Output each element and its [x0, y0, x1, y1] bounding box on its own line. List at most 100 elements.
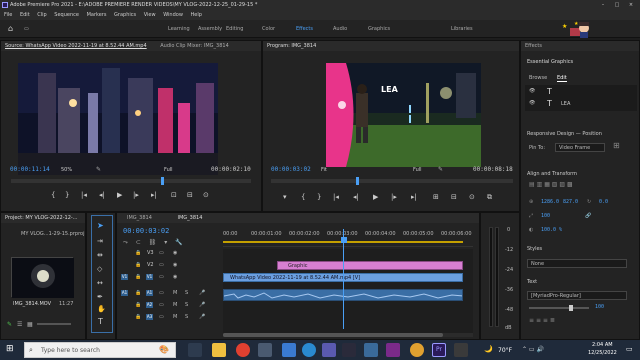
tab-source[interactable]: Source: WhatsApp Video 2022-11-19 at 8.5… [5, 43, 147, 49]
close-icon[interactable]: × [624, 0, 638, 10]
time-ruler[interactable]: 00:00 00:00:01:00 00:00:02:00 00:00:03:0… [223, 227, 473, 247]
eye-icon[interactable]: 👁 [529, 100, 535, 106]
sync-lock-icon[interactable]: ▭ [159, 262, 164, 268]
font-select[interactable]: [MyriadPro-Regular] [527, 291, 627, 300]
eye-icon[interactable]: ◉ [173, 250, 177, 256]
ripple-edit-icon[interactable]: ⇹ [97, 251, 103, 259]
opacity-field[interactable]: 100.0 % [541, 227, 562, 233]
project-tab[interactable]: Project: MY VLOG-2022-12-... [1, 213, 85, 223]
mark-out-icon[interactable]: } [317, 193, 321, 201]
menu-window[interactable]: Window [163, 12, 183, 18]
tab-program[interactable]: Program: IMG_3814 [267, 43, 316, 49]
source-patch-a1[interactable]: A1 [121, 290, 128, 296]
nest-icon[interactable]: ⤳ [123, 239, 128, 246]
source-scrub-bar[interactable] [11, 177, 251, 185]
step-forward-icon[interactable]: |▸ [133, 191, 139, 199]
list-view-icon[interactable]: ☰ [17, 321, 22, 328]
align-right-icon[interactable]: ▦ [544, 181, 550, 188]
track-lock-icon[interactable]: 🔒 [135, 314, 141, 320]
wrench-icon[interactable]: ✎ [438, 166, 443, 173]
tab-sequence-1[interactable]: IMG_3814 [127, 215, 152, 221]
align-bottom-icon[interactable]: ▩ [567, 181, 573, 188]
tab-effects-panel[interactable]: Effects [525, 43, 542, 49]
snap-icon[interactable]: ⊂ [136, 239, 141, 246]
extract-icon[interactable]: ⊟ [451, 193, 457, 201]
mark-in-icon[interactable]: { [301, 193, 305, 201]
compare-icon[interactable]: ⧉ [487, 193, 492, 202]
align-center-icon[interactable]: ▥ [537, 181, 543, 188]
tab-assembly[interactable]: Assembly [198, 20, 222, 38]
track-label[interactable]: V3 [147, 250, 154, 256]
tab-effects[interactable]: Effects [296, 20, 313, 38]
text-align-left-icon[interactable]: ≡ [529, 317, 534, 324]
linked-icon[interactable]: ⛓ [149, 239, 157, 246]
mark-out-icon[interactable]: } [65, 191, 69, 199]
chrome-icon[interactable] [236, 343, 250, 357]
app-icon[interactable] [454, 343, 468, 357]
menu-markers[interactable]: Markers [87, 12, 107, 18]
timeline-scrollbar[interactable] [223, 333, 473, 337]
menu-file[interactable]: File [4, 12, 12, 18]
program-fit-select[interactable]: Fit [321, 167, 327, 173]
hand-tool-icon[interactable]: ✋ [97, 305, 106, 313]
text-align-center-icon[interactable]: ≡ [536, 317, 541, 324]
sync-lock-icon[interactable]: ▭ [159, 302, 164, 308]
app-icon[interactable] [386, 343, 400, 357]
zoom-slider[interactable] [37, 323, 71, 325]
sync-lock-icon[interactable]: ▭ [159, 250, 164, 256]
file-explorer-icon[interactable] [212, 343, 226, 357]
eye-icon[interactable]: 👁 [529, 88, 535, 94]
track-area[interactable]: Graphic WhatsApp Video 2022-11-19 at 8.5… [223, 229, 473, 333]
sync-lock-icon[interactable]: ▭ [159, 274, 164, 280]
settings-icon[interactable]: 🔧 [175, 239, 182, 246]
menu-sequence[interactable]: Sequence [54, 12, 79, 18]
menu-edit[interactable]: Edit [20, 12, 30, 18]
align-left-icon[interactable]: ▤ [529, 181, 535, 188]
track-label[interactable]: A3 [146, 314, 153, 320]
track-label[interactable]: A1 [146, 290, 153, 296]
go-to-in-icon[interactable]: |◂ [81, 191, 87, 199]
styles-select[interactable]: None [527, 259, 627, 268]
mic-icon[interactable]: 🎤 [199, 290, 205, 296]
tray-icons[interactable]: ⌃ ▭ 🔊 [522, 346, 544, 353]
import-icon[interactable]: ▭ [24, 20, 29, 38]
mute-button[interactable]: M [173, 302, 177, 308]
mute-button[interactable]: M [173, 290, 177, 296]
step-back-icon[interactable]: ◂| [99, 191, 105, 199]
notification-icon[interactable]: ▭ [626, 345, 633, 353]
program-timecode[interactable]: 00:00:03:02 [271, 166, 311, 173]
program-overlay-text[interactable]: LEA [381, 85, 398, 94]
premiere-icon[interactable]: Pr [432, 343, 446, 357]
search-box[interactable]: ⌕ Type here to search 🎨 [24, 342, 176, 358]
marker-icon[interactable]: ▾ [283, 193, 287, 201]
mic-icon[interactable]: 🎤 [199, 314, 205, 320]
tab-learning[interactable]: Learning [168, 20, 190, 38]
lift-icon[interactable]: ⊞ [433, 193, 439, 201]
menu-clip[interactable]: Clip [37, 12, 46, 18]
track-label[interactable]: V2 [147, 262, 154, 268]
task-view-icon[interactable] [188, 343, 202, 357]
sync-lock-icon[interactable]: ▭ [159, 314, 164, 320]
play-icon[interactable]: ▶ [117, 191, 122, 199]
maximize-icon[interactable]: □ [610, 0, 624, 10]
playhead-marker[interactable] [341, 237, 347, 243]
export-frame-icon[interactable]: ⊙ [469, 193, 475, 201]
eye-icon[interactable]: ◉ [173, 274, 177, 280]
font-size-slider[interactable] [529, 305, 589, 311]
type-tool-icon[interactable]: T [98, 317, 103, 326]
selection-tool-icon[interactable]: ➤ [97, 221, 104, 230]
teams-icon[interactable] [322, 343, 336, 357]
justify-icon[interactable]: ≣ [550, 317, 555, 324]
wrench-icon[interactable]: ✎ [96, 166, 101, 173]
mute-button[interactable]: M [173, 314, 177, 320]
tab-audio[interactable]: Audio [333, 20, 347, 38]
source-patch-v1[interactable]: V1 [121, 274, 128, 280]
align-middle-icon[interactable]: ▨ [559, 181, 565, 188]
source-timecode[interactable]: 00:00:11:14 [10, 166, 50, 173]
track-label[interactable]: V1 [146, 274, 153, 280]
app-icon[interactable] [258, 343, 272, 357]
mic-icon[interactable]: 🎤 [199, 302, 205, 308]
go-to-out-icon[interactable]: ▸| [151, 191, 157, 199]
layer-row[interactable]: 👁 T [525, 87, 637, 97]
pin-grid-icon[interactable]: ⊞ [613, 141, 620, 150]
